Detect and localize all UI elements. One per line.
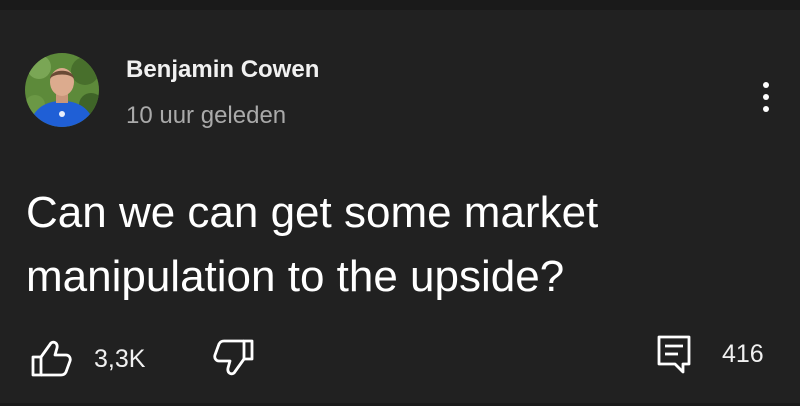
reply-count: 416 [722, 339, 764, 368]
comment-text: Can we can get some market manipulation … [26, 188, 599, 301]
dislike-button[interactable] [213, 338, 255, 376]
like-count: 3,3K [94, 344, 146, 373]
menu-dot [763, 94, 769, 100]
thumbs-down-icon [213, 339, 254, 376]
avatar-image [25, 53, 99, 127]
thumbs-up-icon [31, 340, 72, 377]
author-name[interactable]: Benjamin Cowen [126, 56, 319, 84]
comment-card: Benjamin Cowen 10 uur geleden Can we can… [0, 0, 800, 406]
reply-button[interactable]: 416 [656, 334, 764, 374]
menu-dot [763, 82, 769, 88]
more-vert-icon[interactable] [752, 72, 780, 122]
comment-timestamp: 10 uur geleden [126, 102, 287, 129]
like-button[interactable]: 3,3K [30, 340, 145, 378]
comment-icon [657, 335, 691, 374]
avatar[interactable] [25, 53, 99, 127]
menu-dot [763, 106, 769, 112]
